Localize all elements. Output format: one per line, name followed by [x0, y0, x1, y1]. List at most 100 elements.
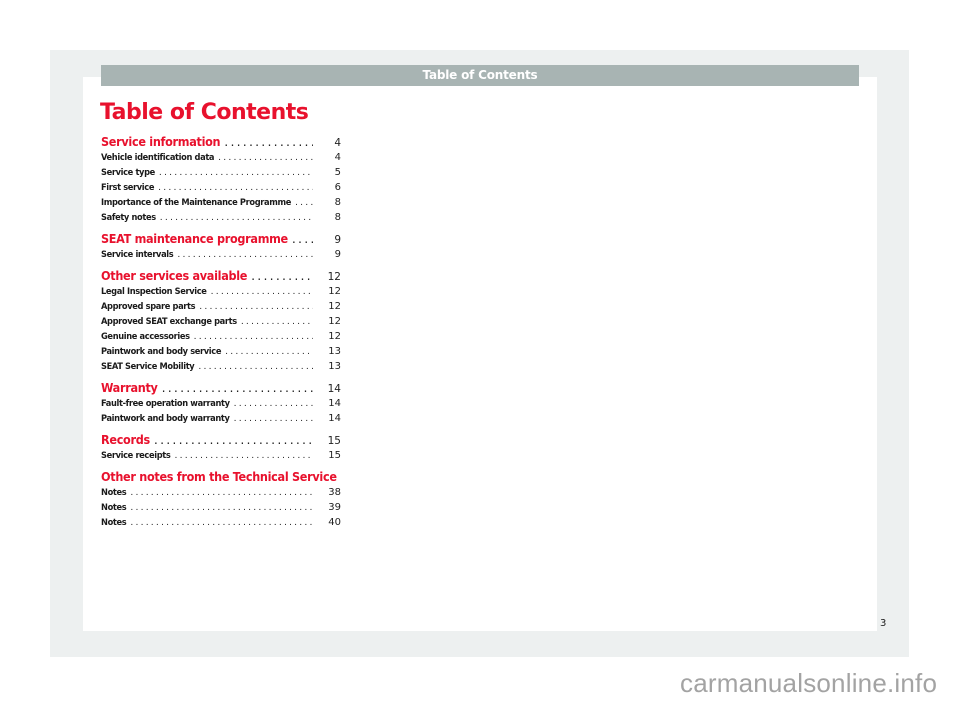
- toc-entry-label: Fault-free operation warranty: [101, 398, 230, 409]
- leader-dots: [130, 500, 313, 515]
- toc-section-heading[interactable]: Records 15: [101, 431, 341, 448]
- toc-entry-page: 12: [328, 331, 341, 342]
- toc-entry-page: 12: [328, 286, 341, 297]
- toc-entry[interactable]: Genuine accessories 12: [101, 329, 341, 344]
- leader-dots: [251, 267, 313, 284]
- toc-section-heading-label: Records: [101, 432, 150, 447]
- leader-dots: [218, 150, 313, 165]
- toc-entry-label: Legal Inspection Service: [101, 286, 207, 297]
- toc-entry[interactable]: Importance of the Maintenance Programme 8: [101, 195, 341, 210]
- leader-dots: [199, 299, 313, 314]
- toc-section-heading-page: 9: [334, 234, 341, 246]
- toc-entry[interactable]: Fault-free operation warranty 14: [101, 396, 341, 411]
- toc-section-heading[interactable]: Other notes from the Technical Service38: [101, 468, 341, 485]
- toc-entry-page: 39: [328, 502, 341, 513]
- toc-entry-label: First service: [101, 182, 155, 193]
- toc-entry-page: 12: [328, 316, 341, 327]
- toc-entry-page: 8: [334, 197, 341, 208]
- leader-dots: [162, 379, 313, 396]
- toc-entry-page: 14: [328, 398, 341, 409]
- toc-entry[interactable]: Service type 5: [101, 165, 341, 180]
- toc-entry-page: 15: [328, 450, 341, 461]
- toc-entry[interactable]: SEAT Service Mobility 13: [101, 359, 341, 374]
- toc-entry-label: Approved SEAT exchange parts: [101, 316, 237, 327]
- leader-dots: [292, 230, 313, 247]
- leader-dots: [234, 396, 313, 411]
- toc-entry-page: 13: [328, 346, 341, 357]
- toc-section-heading-label: Other services available: [101, 268, 248, 283]
- toc-section-heading[interactable]: Other services available 12: [101, 267, 341, 284]
- toc-entry-label: Notes: [101, 487, 127, 498]
- running-header: Table of Contents: [101, 65, 859, 86]
- toc-entry-page: 38: [328, 487, 341, 498]
- toc-section: Other notes from the Technical Service38…: [101, 468, 341, 530]
- toc-entry-label: Service type: [101, 167, 155, 178]
- toc-entry-label: SEAT Service Mobility: [101, 361, 195, 372]
- toc-section: Warranty 14 Fault-free operation warranty 1…: [101, 379, 341, 426]
- toc-entry[interactable]: Notes 39: [101, 500, 341, 515]
- toc-entry-page: 14: [328, 413, 341, 424]
- toc-entry[interactable]: Service receipts 15: [101, 448, 341, 463]
- toc-entry[interactable]: Notes 38: [101, 485, 341, 500]
- table-of-contents: Service information4Vehicle identificati…: [101, 133, 341, 535]
- toc-entry-label: Service intervals: [101, 249, 174, 260]
- leader-dots: [154, 431, 313, 448]
- toc-entry-page: 6: [334, 182, 341, 193]
- toc-entry[interactable]: First service 6: [101, 180, 341, 195]
- page-number: 3: [880, 618, 887, 629]
- toc-section-heading-label: Other notes from the Technical Service: [101, 469, 337, 484]
- toc-entry[interactable]: Paintwork and body warranty 14: [101, 411, 341, 426]
- toc-entry[interactable]: Legal Inspection Service 12: [101, 284, 341, 299]
- toc-section-heading-page: 4: [334, 137, 341, 149]
- leader-dots: [174, 448, 313, 463]
- toc-entry-page: 5: [334, 167, 341, 178]
- leader-dots: [159, 165, 313, 180]
- toc-section-heading-label: SEAT maintenance programme: [101, 231, 288, 246]
- toc-entry[interactable]: Approved SEAT exchange parts 12: [101, 314, 341, 329]
- leader-dots: [158, 180, 313, 195]
- toc-entry-label: Notes: [101, 517, 127, 528]
- watermark: carmanualsonline.info: [680, 668, 938, 698]
- toc-section: Service information4Vehicle identificati…: [101, 133, 341, 225]
- toc-entry[interactable]: Paintwork and body service 13: [101, 344, 341, 359]
- toc-section-heading-page: 15: [327, 435, 341, 447]
- leader-dots: [224, 133, 313, 150]
- leader-dots: [234, 411, 313, 426]
- toc-section-heading-label: Service information: [101, 134, 221, 149]
- toc-section-heading[interactable]: SEAT maintenance programme 9: [101, 230, 341, 247]
- toc-entry-page: 40: [328, 517, 341, 528]
- leader-dots: [211, 284, 313, 299]
- toc-section: Records 15 Service receipts 15: [101, 431, 341, 463]
- leader-dots: [130, 515, 313, 530]
- toc-entry-label: Safety notes: [101, 212, 156, 223]
- leader-dots: [198, 359, 313, 374]
- toc-section-heading-page: 14: [327, 383, 341, 395]
- leader-dots: [177, 247, 313, 262]
- toc-entry-label: Genuine accessories: [101, 331, 190, 342]
- toc-entry-label: Paintwork and body service: [101, 346, 222, 357]
- leader-dots: [295, 195, 313, 210]
- toc-entry-page: 9: [334, 249, 341, 260]
- running-header-title: Table of Contents: [422, 68, 538, 82]
- leader-dots: [160, 210, 313, 225]
- page-title: Table of Contents: [100, 100, 309, 125]
- toc-section-heading-page: 12: [327, 271, 341, 283]
- toc-section: Other services available12Legal Inspecti…: [101, 267, 341, 374]
- toc-section-heading[interactable]: Service information 4: [101, 133, 341, 150]
- toc-entry-page: 13: [328, 361, 341, 372]
- toc-entry-label: Importance of the Maintenance Programme: [101, 197, 292, 208]
- leader-dots: [241, 314, 313, 329]
- toc-entry-page: 12: [328, 301, 341, 312]
- toc-entry[interactable]: Approved spare parts 12: [101, 299, 341, 314]
- toc-section-heading[interactable]: Warranty 14: [101, 379, 341, 396]
- toc-entry-page: 8: [334, 212, 341, 223]
- toc-entry-label: Approved spare parts: [101, 301, 196, 312]
- toc-entry[interactable]: Vehicle identification data 4: [101, 150, 341, 165]
- toc-entry[interactable]: Service intervals 9: [101, 247, 341, 262]
- toc-entry-label: Notes: [101, 502, 127, 513]
- toc-entry[interactable]: Safety notes 8: [101, 210, 341, 225]
- leader-dots: [225, 344, 313, 359]
- toc-entry-label: Vehicle identification data: [101, 152, 215, 163]
- toc-entry-label: Service receipts: [101, 450, 171, 461]
- toc-entry[interactable]: Notes 40: [101, 515, 341, 530]
